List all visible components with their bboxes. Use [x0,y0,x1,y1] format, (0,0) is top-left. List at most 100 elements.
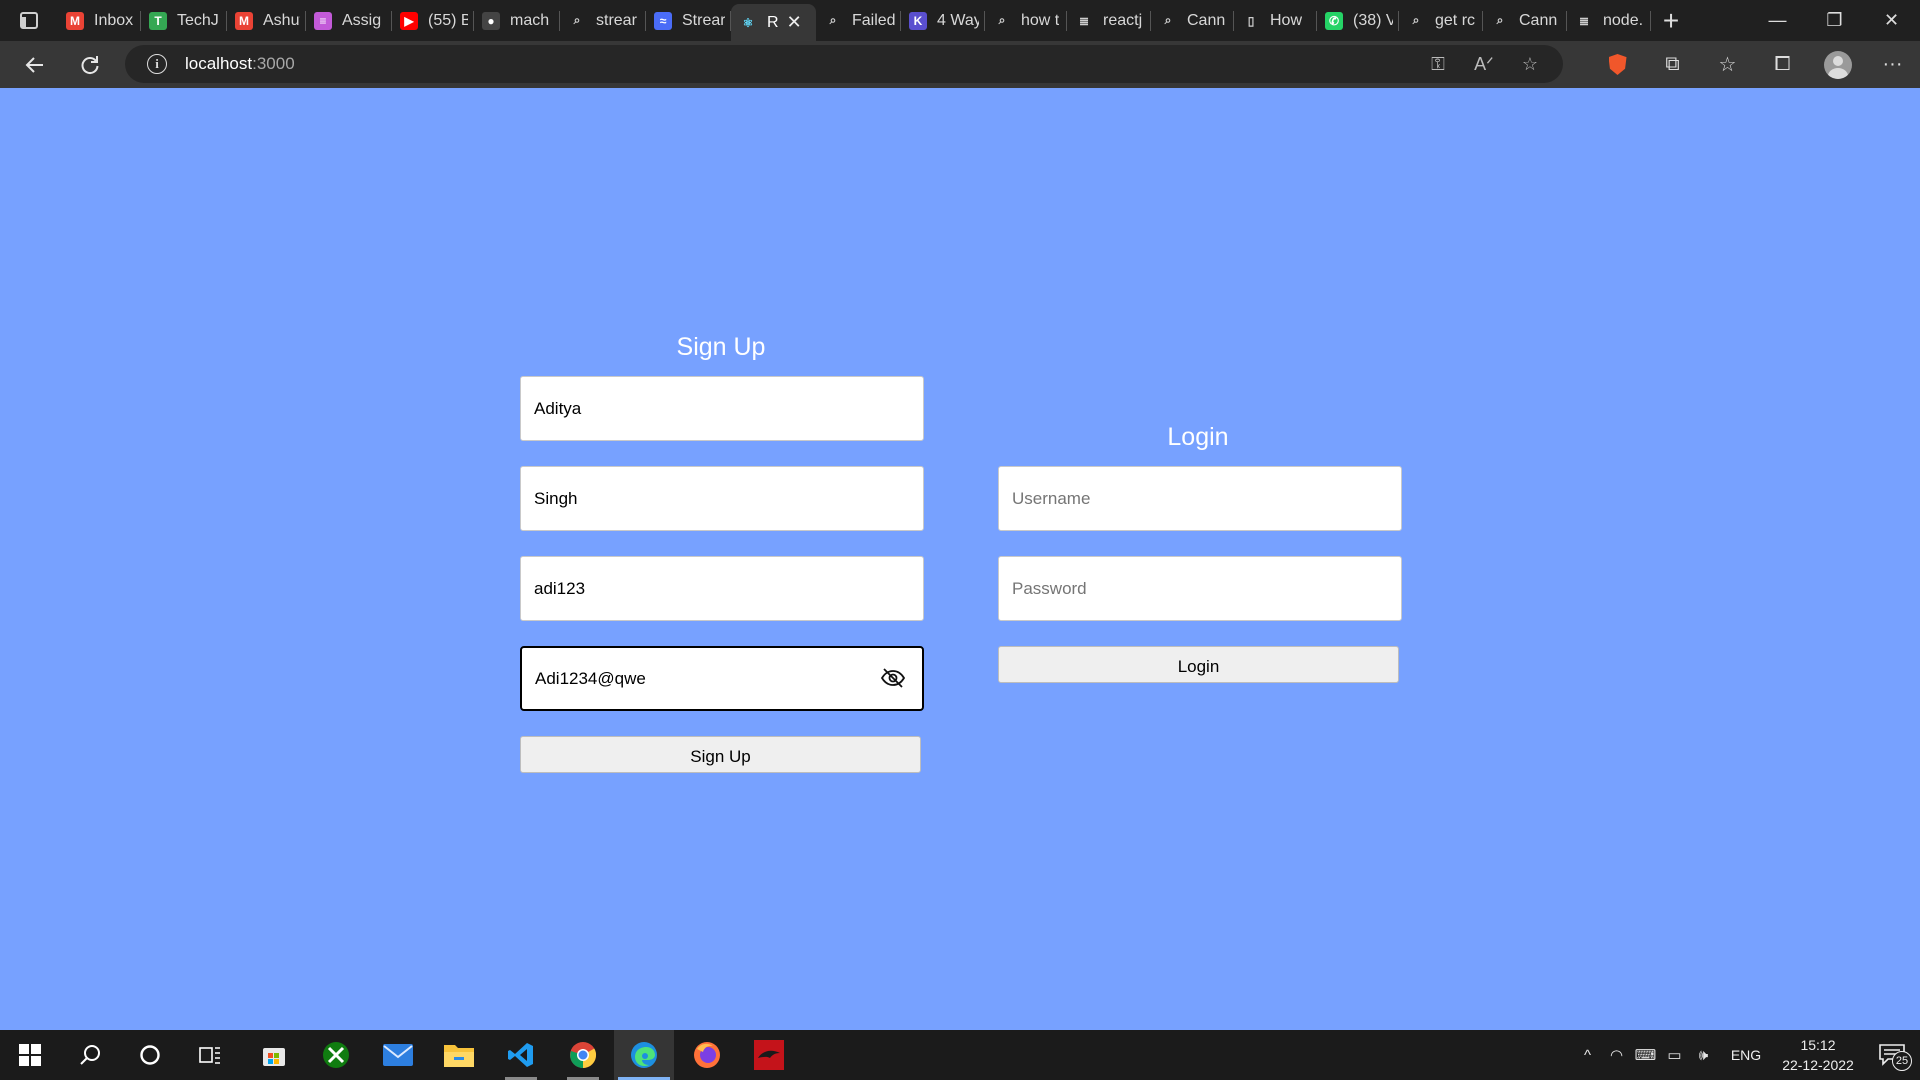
collections-button[interactable]: ⧠ [1755,41,1810,88]
start-button[interactable] [0,1030,60,1080]
signup-button[interactable]: Sign Up [520,736,921,773]
volume-icon[interactable]: 🕪 [1689,1047,1718,1064]
tab-actions-button[interactable] [0,0,58,41]
browser-tab[interactable]: ≈ Strear [646,0,731,41]
search-icon [80,1045,100,1065]
login-username-input[interactable] [998,466,1402,531]
profile-button[interactable] [1810,41,1865,88]
extensions-button[interactable]: ⧉ [1645,41,1700,88]
store-app[interactable] [244,1030,304,1080]
browser-tab[interactable]: ≣ node. [1567,0,1651,41]
search-icon: ⌕ [829,13,837,27]
window-controls: — ❐ ✕ [1749,0,1920,41]
notification-count: 25 [1892,1051,1912,1071]
last-name-input[interactable] [520,466,924,531]
close-window-button[interactable]: ✕ [1863,0,1920,41]
assignment-icon: ≡ [314,11,332,30]
cortana-icon [140,1045,160,1065]
favorites-button[interactable]: ☆ [1700,41,1755,88]
device-icon[interactable]: ⌨ [1631,1046,1660,1064]
login-password-input[interactable] [998,556,1402,621]
brave-extension-button[interactable] [1590,41,1645,88]
signup-password-input[interactable] [520,646,924,711]
taskbar: ^ ◠ ⌨ ▭ 🕪 ENG 15:12 22-12-2022 25 [0,1030,1920,1080]
vscode-app[interactable] [491,1030,551,1080]
key-icon[interactable]: ⚿ [1415,54,1461,75]
browser-tab[interactable]: T TechJ [141,0,227,41]
browser-tab[interactable]: ⌕ get rc [1399,0,1483,41]
back-button[interactable] [8,41,62,88]
shield-icon [1608,54,1627,75]
file-explorer-app[interactable] [429,1030,489,1080]
address-bar[interactable]: i localhost:3000 ⚿ Aᐟ ☆ [125,45,1563,83]
mail-app[interactable] [368,1030,428,1080]
battery-icon[interactable]: ▭ [1660,1046,1689,1064]
browser-tab[interactable]: M Inbox [58,0,141,41]
toolbar-right: ⧉ ☆ ⧠ ··· [1590,41,1920,88]
kali-app[interactable] [739,1030,799,1080]
tab-title: (55) B [428,11,468,29]
taskbar-search-button[interactable] [60,1030,120,1080]
refresh-button[interactable] [63,41,117,88]
tab-title: Strear [682,11,725,29]
signup-username-input[interactable] [520,556,924,621]
cortana-button[interactable] [120,1030,180,1080]
chrome-app[interactable] [553,1030,613,1080]
language-indicator[interactable]: ENG [1724,1047,1768,1063]
browser-tab[interactable]: ⌕ how t [985,0,1067,41]
xbox-icon [323,1042,349,1068]
collections-icon: ⧠ [1774,53,1791,75]
close-tab-icon[interactable]: ✕ [787,12,802,33]
minimize-button[interactable]: — [1749,0,1806,41]
favorites-icon: ☆ [1718,54,1737,76]
site-info-icon[interactable]: i [147,54,167,74]
edge-app[interactable] [614,1030,674,1080]
new-tab-button[interactable]: + [1651,0,1691,41]
notification-center-button[interactable]: 25 [1864,1030,1920,1080]
first-name-input[interactable] [520,376,924,441]
gmail-icon: M [235,11,253,30]
vscode-icon [508,1043,533,1067]
puzzle-icon: ⧉ [1665,53,1680,75]
techjar-icon: T [149,11,167,30]
github-icon: ● [482,11,500,30]
refresh-icon [81,55,99,74]
system-tray: ^ ◠ ⌨ ▭ 🕪 ENG 15:12 22-12-2022 25 [1573,1030,1920,1080]
settings-menu-button[interactable]: ··· [1865,41,1920,88]
hide-password-icon[interactable] [880,665,906,691]
browser-tab[interactable]: ▶ (55) B [392,0,474,41]
browser-tab[interactable]: ⌕ strear [560,0,646,41]
browser-tab[interactable]: ▯ How [1234,0,1317,41]
browser-tab[interactable]: K 4 Way [901,0,985,41]
show-hidden-icons-button[interactable]: ^ [1573,1047,1602,1064]
search-icon: ⌕ [998,13,1006,27]
firefox-app[interactable] [677,1030,737,1080]
browser-tab[interactable]: ≣ reactj [1067,0,1151,41]
tab-title: R [767,13,779,31]
tab-title: TechJ [177,11,219,29]
xbox-app[interactable] [306,1030,366,1080]
browser-toolbar: i localhost:3000 ⚿ Aᐟ ☆ ⧉ ☆ ⧠ ··· [0,41,1920,88]
active-tab[interactable]: ⚛ R ✕ [731,4,816,41]
browser-tab[interactable]: ✆ (38) V [1317,0,1399,41]
add-favorite-icon[interactable]: ☆ [1507,54,1553,75]
login-button[interactable]: Login [998,646,1399,683]
start-icon [19,1044,41,1066]
browser-tab[interactable]: M Ashut [227,0,306,41]
address-bar-actions: ⚿ Aᐟ ☆ [1415,45,1553,83]
tab-title: how t [1021,11,1060,29]
browser-tab[interactable]: ⌕ Cann [1151,0,1234,41]
browser-tab[interactable]: ⌕ Cann [1483,0,1567,41]
browser-tab[interactable]: ⌕ Failed [816,0,901,41]
tab-list: M Inbox T TechJ M Ashut ≡ Assig ▶ (55) B ● mach ⌕ str… [58,0,1651,41]
read-aloud-icon[interactable]: Aᐟ [1461,54,1507,75]
wifi-icon[interactable]: ◠ [1602,1046,1631,1064]
tab-title: Cann [1519,11,1558,29]
restore-button[interactable]: ❐ [1806,0,1863,41]
browser-tab[interactable]: ≡ Assig [306,0,392,41]
browser-tab[interactable]: ● mach [474,0,560,41]
address-url[interactable]: localhost:3000 [185,54,295,74]
clock[interactable]: 15:12 22-12-2022 [1772,1035,1864,1075]
more-icon: ··· [1882,53,1903,75]
task-view-button[interactable] [180,1030,240,1080]
